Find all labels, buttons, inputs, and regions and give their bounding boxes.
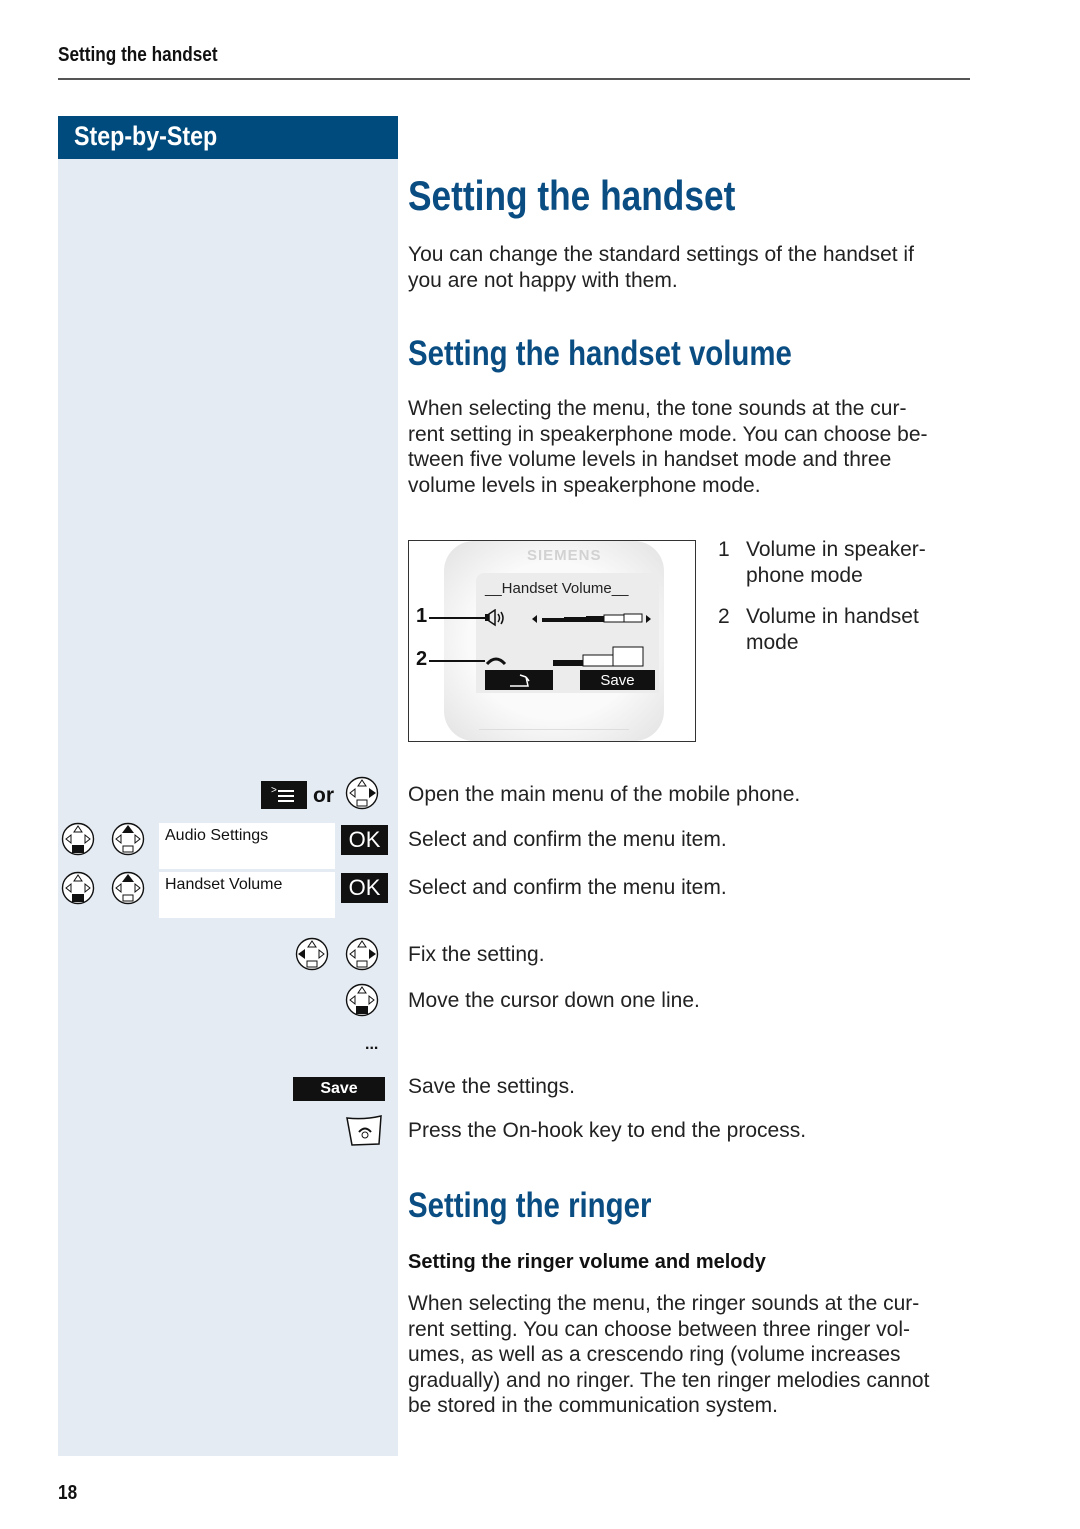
legend-text: Volume in speaker- — [746, 538, 926, 561]
header-rule — [58, 78, 970, 80]
nav-key-up-icon — [111, 822, 147, 863]
para-line: tween five volume levels in handset mode… — [408, 448, 892, 472]
level-block — [564, 617, 586, 622]
nav-key-up-icon — [111, 871, 147, 912]
save-softkey-display[interactable]: Save — [580, 670, 655, 690]
step-text: Fix the setting. — [408, 943, 545, 966]
legend-text: phone mode — [746, 563, 863, 587]
menu-item-handset-volume: Handset Volume — [159, 872, 335, 918]
level-block — [612, 646, 644, 667]
callout-2: 2 — [416, 648, 428, 670]
back-arrow-icon — [510, 674, 530, 687]
or-label: or — [313, 784, 334, 807]
keypad-edge — [479, 729, 629, 730]
step-text: Open the main menu of the mobile phone. — [408, 783, 801, 806]
svg-text:>: > — [271, 785, 277, 796]
running-head: Setting the handset — [58, 44, 218, 66]
menu-key-icon: > — [261, 781, 307, 809]
handset-display-figure: SIEMENS __Handset Volume__ 1 2 Save — [408, 540, 696, 742]
para-line: rent setting in speakerphone mode. You c… — [408, 422, 928, 446]
increase-arrow-icon — [646, 615, 651, 623]
level-block — [553, 660, 583, 666]
level-block — [586, 616, 604, 622]
legend-number: 2 — [718, 605, 730, 628]
decrease-arrow-icon — [532, 615, 537, 623]
ok-key[interactable]: OK — [341, 873, 388, 903]
speaker-icon — [485, 608, 509, 632]
step-text: Select and confirm the menu item. — [408, 876, 727, 899]
on-hook-key-icon — [344, 1114, 384, 1153]
legend-text: Volume in handset — [746, 605, 919, 628]
step-text: Select and confirm the menu item. — [408, 828, 727, 851]
para-line: When selecting the menu, the ringer soun… — [408, 1292, 920, 1315]
level-block — [582, 654, 614, 667]
level-block — [603, 614, 625, 623]
speaker-volume-bar — [532, 610, 658, 633]
para-line: gradually) and no ringer. The ten ringer… — [408, 1368, 930, 1392]
save-softkey[interactable]: Save — [293, 1077, 385, 1101]
screen-title: __Handset Volume__ — [485, 580, 629, 597]
back-softkey[interactable] — [485, 670, 553, 690]
page-title: Setting the handset — [408, 172, 736, 219]
page-number: 18 — [58, 1482, 78, 1504]
level-block — [623, 613, 643, 623]
callout-1-line — [429, 617, 485, 619]
legend-text: mode — [746, 630, 799, 654]
callout-2-line — [429, 660, 485, 662]
intro-line: you are not happy with them. — [408, 268, 678, 292]
menu-item-audio-settings: Audio Settings — [159, 823, 335, 869]
siemens-logo: SIEMENS — [527, 547, 602, 564]
nav-key-down-icon — [61, 822, 97, 863]
section-title-volume: Setting the handset volume — [408, 334, 792, 373]
nav-key-right-icon — [345, 937, 381, 978]
intro-paragraph: You can change the standard settings of … — [408, 242, 978, 293]
nav-key-right-icon — [345, 776, 381, 817]
nav-key-down-icon — [61, 871, 97, 912]
step-text: Move the cursor down one line. — [408, 989, 700, 1012]
para-line: be stored in the communication system. — [408, 1394, 779, 1418]
ok-key[interactable]: OK — [341, 825, 388, 855]
nav-key-down-icon — [345, 983, 381, 1024]
volume-paragraph: When selecting the menu, the tone sounds… — [408, 396, 978, 498]
step-text: Save the settings. — [408, 1075, 575, 1098]
callout-1: 1 — [416, 605, 428, 627]
para-line: umes, as well as a crescendo ring (volum… — [408, 1343, 901, 1367]
step-by-step-title: Step-by-Step — [74, 121, 218, 151]
step-text: Press the On-hook key to end the process… — [408, 1119, 807, 1142]
subsection-title: Setting the ringer volume and melody — [408, 1251, 766, 1273]
ringer-paragraph: When selecting the menu, the ringer soun… — [408, 1291, 978, 1419]
para-line: rent setting. You can choose between thr… — [408, 1317, 910, 1341]
level-block — [542, 618, 564, 622]
para-line: When selecting the menu, the tone sounds… — [408, 397, 907, 420]
legend-number: 1 — [718, 538, 730, 561]
intro-line: You can change the standard settings of … — [408, 243, 914, 266]
handset-icon — [485, 653, 509, 671]
nav-key-left-icon — [295, 937, 331, 978]
ellipsis: ... — [365, 1036, 379, 1053]
section-title-ringer: Setting the ringer — [408, 1186, 652, 1225]
para-line: volume levels in speakerphone mode. — [408, 473, 761, 497]
